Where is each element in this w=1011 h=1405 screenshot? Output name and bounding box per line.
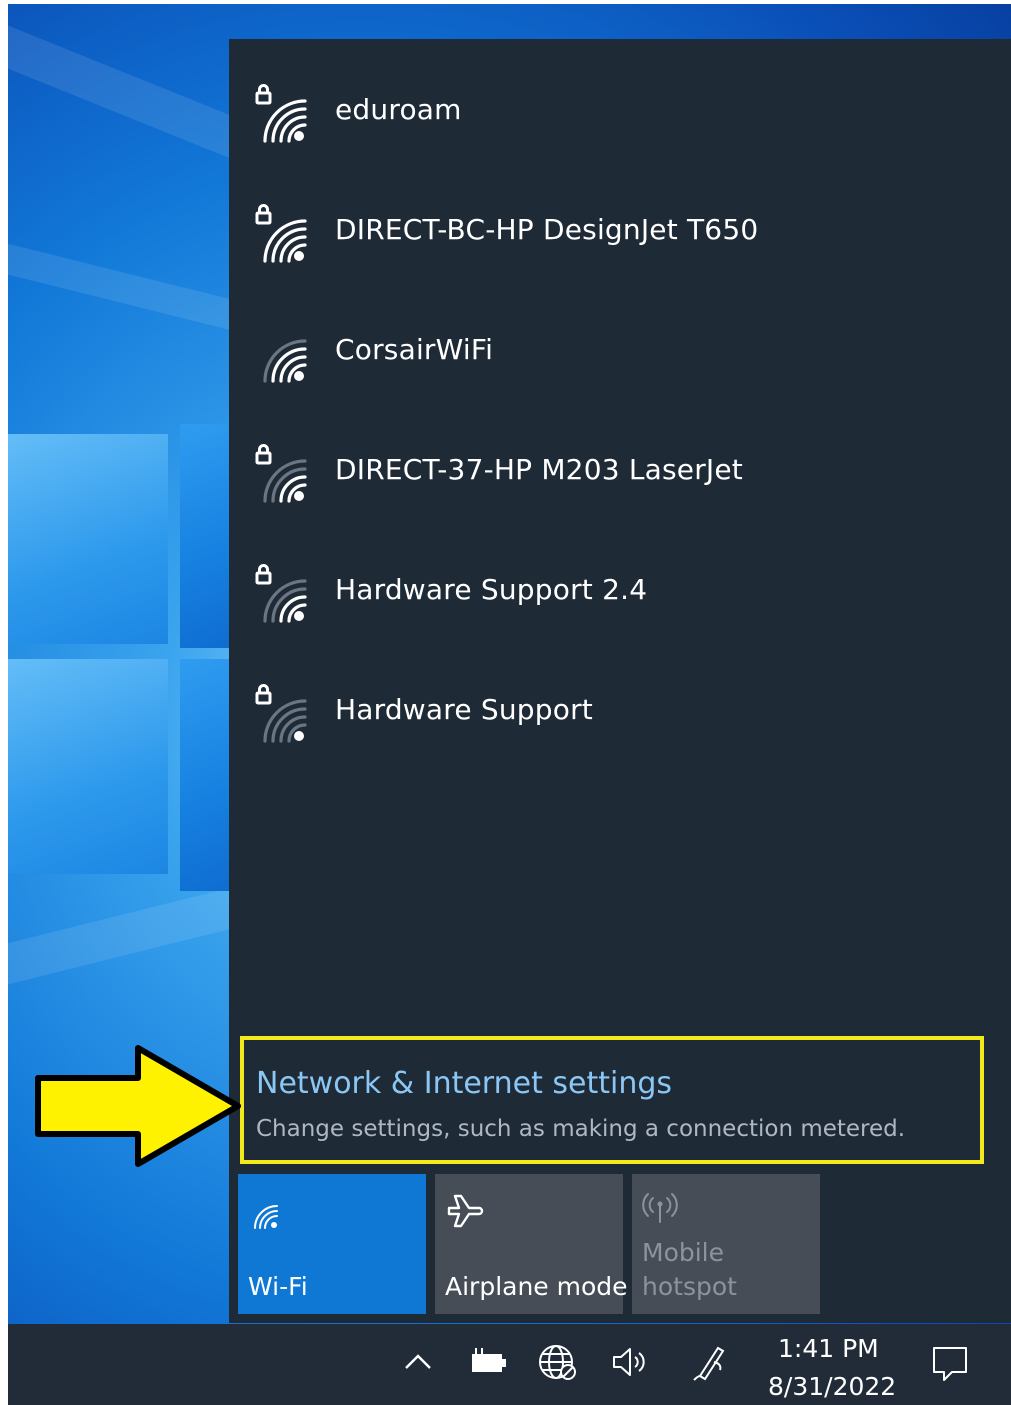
pen-icon[interactable] bbox=[688, 1340, 732, 1384]
wifi-secured-icon bbox=[255, 204, 307, 263]
network-ssid: Hardware Support 2.4 bbox=[335, 572, 648, 606]
wifi-icon bbox=[254, 1205, 278, 1229]
network-ssid: DIRECT-BC-HP DesignJet T650 bbox=[335, 212, 759, 246]
network-internet-settings-link[interactable]: Network & Internet settings bbox=[256, 1066, 672, 1101]
settings-description: Change settings, such as making a connec… bbox=[256, 1116, 906, 1142]
network-ssid: CorsairWiFi bbox=[335, 332, 494, 366]
wifi-secured-icon bbox=[255, 564, 307, 623]
network-globe-icon[interactable] bbox=[536, 1340, 580, 1384]
network-ssid: DIRECT-37-HP M203 LaserJet bbox=[335, 452, 743, 486]
network-item-hardware-support[interactable]: Hardware Support bbox=[229, 649, 1011, 769]
action-center-icon[interactable] bbox=[928, 1340, 972, 1384]
hotspot-icon bbox=[642, 1193, 678, 1223]
airplane-mode-quick-action[interactable]: Airplane mode bbox=[435, 1174, 628, 1314]
airplane-icon bbox=[447, 1194, 484, 1228]
yellow-arrow-icon bbox=[35, 1045, 241, 1167]
network-item-direct-bc-hp[interactable]: DIRECT-BC-HP DesignJet T650 bbox=[229, 169, 1011, 289]
wifi-quick-action[interactable]: Wi-Fi bbox=[238, 1174, 426, 1314]
network-item-direct-37-hp[interactable]: DIRECT-37-HP M203 LaserJet bbox=[229, 409, 1011, 529]
taskbar: 1:41 PM 8/31/2022 bbox=[8, 1324, 1011, 1405]
wifi-secured-icon bbox=[255, 684, 307, 743]
network-ssid: Hardware Support bbox=[335, 692, 593, 726]
hotspot-tile-label-line1: Mobile bbox=[642, 1238, 725, 1267]
network-item-corsairwifi[interactable]: CorsairWiFi bbox=[229, 289, 1011, 409]
mobile-hotspot-quick-action[interactable]: Mobile hotspot bbox=[632, 1174, 820, 1314]
battery-icon[interactable] bbox=[466, 1340, 510, 1384]
clock-date[interactable]: 8/31/2022 bbox=[768, 1372, 896, 1401]
volume-icon[interactable] bbox=[608, 1340, 652, 1384]
wifi-icon bbox=[263, 339, 307, 383]
network-ssid: eduroam bbox=[335, 92, 462, 126]
wifi-secured-icon bbox=[255, 444, 307, 503]
wifi-secured-icon bbox=[255, 84, 307, 143]
clock-time[interactable]: 1:41 PM bbox=[778, 1334, 879, 1363]
wifi-tile-label: Wi-Fi bbox=[248, 1272, 308, 1301]
airplane-tile-label: Airplane mode bbox=[445, 1272, 628, 1301]
chevron-up-icon[interactable] bbox=[396, 1340, 440, 1384]
network-item-hardware-support-2-4[interactable]: Hardware Support 2.4 bbox=[229, 529, 1011, 649]
hotspot-tile-label-line2: hotspot bbox=[642, 1272, 737, 1301]
network-item-eduroam[interactable]: eduroam bbox=[229, 49, 1011, 169]
